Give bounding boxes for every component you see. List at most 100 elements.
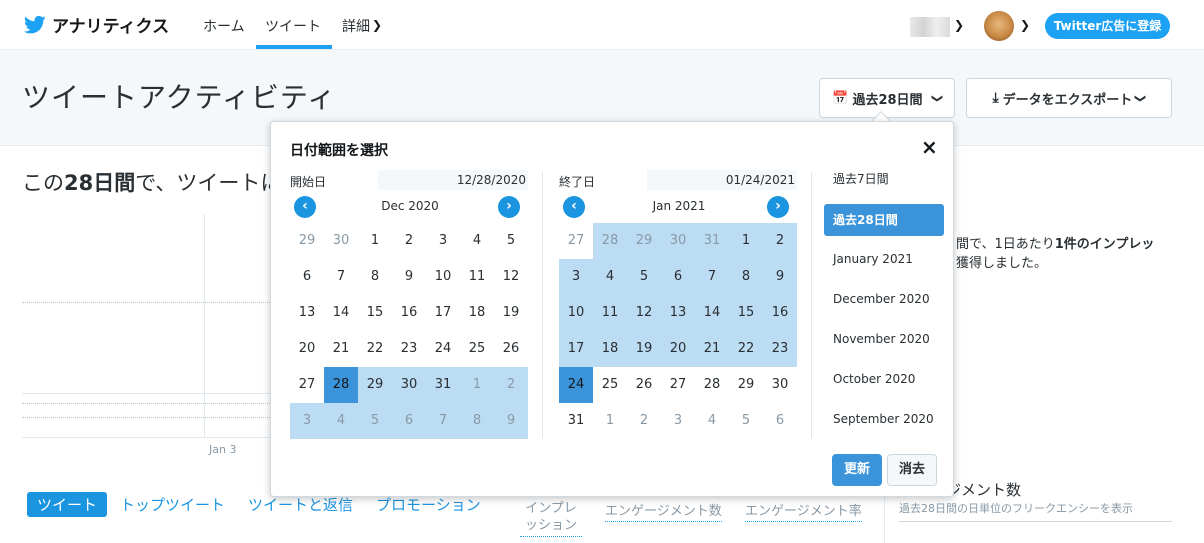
twitter-ads-signup-button[interactable]: Twitter広告に登録 xyxy=(1045,13,1170,39)
chevron-down-icon[interactable]: ❯ xyxy=(1020,18,1030,32)
calendar-day[interactable]: 9 xyxy=(392,259,426,295)
calendar-day[interactable]: 13 xyxy=(290,295,324,331)
calendar-day[interactable]: 5 xyxy=(729,403,763,439)
calendar-day[interactable]: 10 xyxy=(559,295,593,331)
calendar-day[interactable]: 5 xyxy=(494,223,528,259)
next-month-icon[interactable]: › xyxy=(498,196,520,218)
calendar-day[interactable]: 4 xyxy=(460,223,494,259)
calendar-day[interactable]: 19 xyxy=(494,295,528,331)
calendar-day[interactable]: 19 xyxy=(627,331,661,367)
calendar-day[interactable]: 17 xyxy=(426,295,460,331)
calendar-day[interactable]: 6 xyxy=(392,403,426,439)
calendar-day[interactable]: 30 xyxy=(324,223,358,259)
calendar-day[interactable]: 30 xyxy=(661,223,695,259)
brand[interactable]: アナリティクス xyxy=(24,12,169,37)
calendar-day[interactable]: 6 xyxy=(661,259,695,295)
preset-option[interactable]: 過去28日間 xyxy=(824,204,944,236)
calendar-day[interactable]: 16 xyxy=(392,295,426,331)
calendar-day[interactable]: 18 xyxy=(593,331,627,367)
export-data-button[interactable]: ⤓ データをエクスポート ❯ xyxy=(966,78,1172,118)
calendar-day[interactable]: 24 xyxy=(426,331,460,367)
calendar-day[interactable]: 4 xyxy=(593,259,627,295)
calendar-day[interactable]: 3 xyxy=(559,259,593,295)
calendar-day[interactable]: 1 xyxy=(358,223,392,259)
calendar-day[interactable]: 20 xyxy=(290,331,324,367)
nav-tweets[interactable]: ツイート xyxy=(265,16,321,36)
calendar-day[interactable]: 12 xyxy=(627,295,661,331)
calendar-day[interactable]: 1 xyxy=(460,367,494,403)
calendar-day[interactable]: 25 xyxy=(460,331,494,367)
calendar-day[interactable]: 1 xyxy=(729,223,763,259)
calendar-day[interactable]: 31 xyxy=(426,367,460,403)
calendar-day[interactable]: 27 xyxy=(559,223,593,259)
calendar-day[interactable]: 29 xyxy=(358,367,392,403)
calendar-day[interactable]: 5 xyxy=(358,403,392,439)
calendar-day-selected[interactable]: 24 xyxy=(559,367,593,403)
calendar-day[interactable]: 29 xyxy=(729,367,763,403)
calendar-day[interactable]: 26 xyxy=(627,367,661,403)
metric-engagement-rate[interactable]: エンゲージメント率 xyxy=(745,500,862,522)
calendar-day-selected[interactable]: 28 xyxy=(324,367,358,403)
calendar-day[interactable]: 8 xyxy=(358,259,392,295)
calendar-day[interactable]: 7 xyxy=(324,259,358,295)
calendar-day[interactable]: 23 xyxy=(392,331,426,367)
preset-option[interactable]: September 2020 xyxy=(824,404,944,444)
calendar-day[interactable]: 11 xyxy=(460,259,494,295)
calendar-day[interactable]: 8 xyxy=(729,259,763,295)
calendar-day[interactable]: 22 xyxy=(729,331,763,367)
preset-option[interactable]: October 2020 xyxy=(824,364,944,404)
calendar-day[interactable]: 2 xyxy=(627,403,661,439)
preset-option[interactable]: 過去7日間 xyxy=(824,164,944,204)
calendar-day[interactable]: 28 xyxy=(695,367,729,403)
calendar-day[interactable]: 30 xyxy=(392,367,426,403)
calendar-day[interactable]: 4 xyxy=(324,403,358,439)
calendar-day[interactable]: 8 xyxy=(460,403,494,439)
calendar-day[interactable]: 23 xyxy=(763,331,797,367)
calendar-day[interactable]: 5 xyxy=(627,259,661,295)
calendar-day[interactable]: 2 xyxy=(763,223,797,259)
calendar-day[interactable]: 7 xyxy=(695,259,729,295)
calendar-day[interactable]: 3 xyxy=(426,223,460,259)
calendar-day[interactable]: 27 xyxy=(661,367,695,403)
preset-option[interactable]: January 2021 xyxy=(824,244,944,284)
calendar-day[interactable]: 28 xyxy=(593,223,627,259)
calendar-day[interactable]: 4 xyxy=(695,403,729,439)
date-range-button[interactable]: 📅 過去28日間 ❯ xyxy=(819,78,955,118)
end-date-input[interactable]: 01/24/2021 xyxy=(647,170,797,190)
calendar-day[interactable]: 26 xyxy=(494,331,528,367)
preset-option[interactable]: November 2020 xyxy=(824,324,944,364)
calendar-day[interactable]: 22 xyxy=(358,331,392,367)
metric-engagements[interactable]: エンゲージメント数 xyxy=(605,500,722,522)
chevron-down-icon[interactable]: ❯ xyxy=(372,18,382,32)
calendar-day[interactable]: 14 xyxy=(695,295,729,331)
calendar-day[interactable]: 29 xyxy=(290,223,324,259)
chevron-down-icon[interactable]: ❯ xyxy=(954,18,964,32)
calendar-day[interactable]: 15 xyxy=(358,295,392,331)
tab-tweets[interactable]: ツイート xyxy=(27,492,108,517)
next-month-icon[interactable]: › xyxy=(767,196,789,218)
calendar-day[interactable]: 11 xyxy=(593,295,627,331)
calendar-day[interactable]: 6 xyxy=(763,403,797,439)
calendar-day[interactable]: 1 xyxy=(593,403,627,439)
avatar[interactable] xyxy=(984,11,1014,41)
nav-more[interactable]: 詳細 xyxy=(342,16,370,36)
calendar-day[interactable]: 21 xyxy=(324,331,358,367)
tab-top-tweets[interactable]: トップツイート xyxy=(110,492,235,517)
calendar-day[interactable]: 31 xyxy=(695,223,729,259)
calendar-day[interactable]: 12 xyxy=(494,259,528,295)
nav-home[interactable]: ホーム xyxy=(203,16,245,36)
close-icon[interactable]: × xyxy=(921,137,938,157)
calendar-day[interactable]: 29 xyxy=(627,223,661,259)
account-name-blurred[interactable] xyxy=(910,17,950,37)
calendar-day[interactable]: 9 xyxy=(763,259,797,295)
calendar-day[interactable]: 7 xyxy=(426,403,460,439)
calendar-day[interactable]: 3 xyxy=(290,403,324,439)
metric-impressions[interactable]: インプレッション xyxy=(520,500,582,537)
calendar-day[interactable]: 2 xyxy=(494,367,528,403)
calendar-day[interactable]: 14 xyxy=(324,295,358,331)
calendar-day[interactable]: 15 xyxy=(729,295,763,331)
calendar-day[interactable]: 25 xyxy=(593,367,627,403)
calendar-day[interactable]: 10 xyxy=(426,259,460,295)
calendar-day[interactable]: 31 xyxy=(559,403,593,439)
update-button[interactable]: 更新 xyxy=(832,454,882,486)
